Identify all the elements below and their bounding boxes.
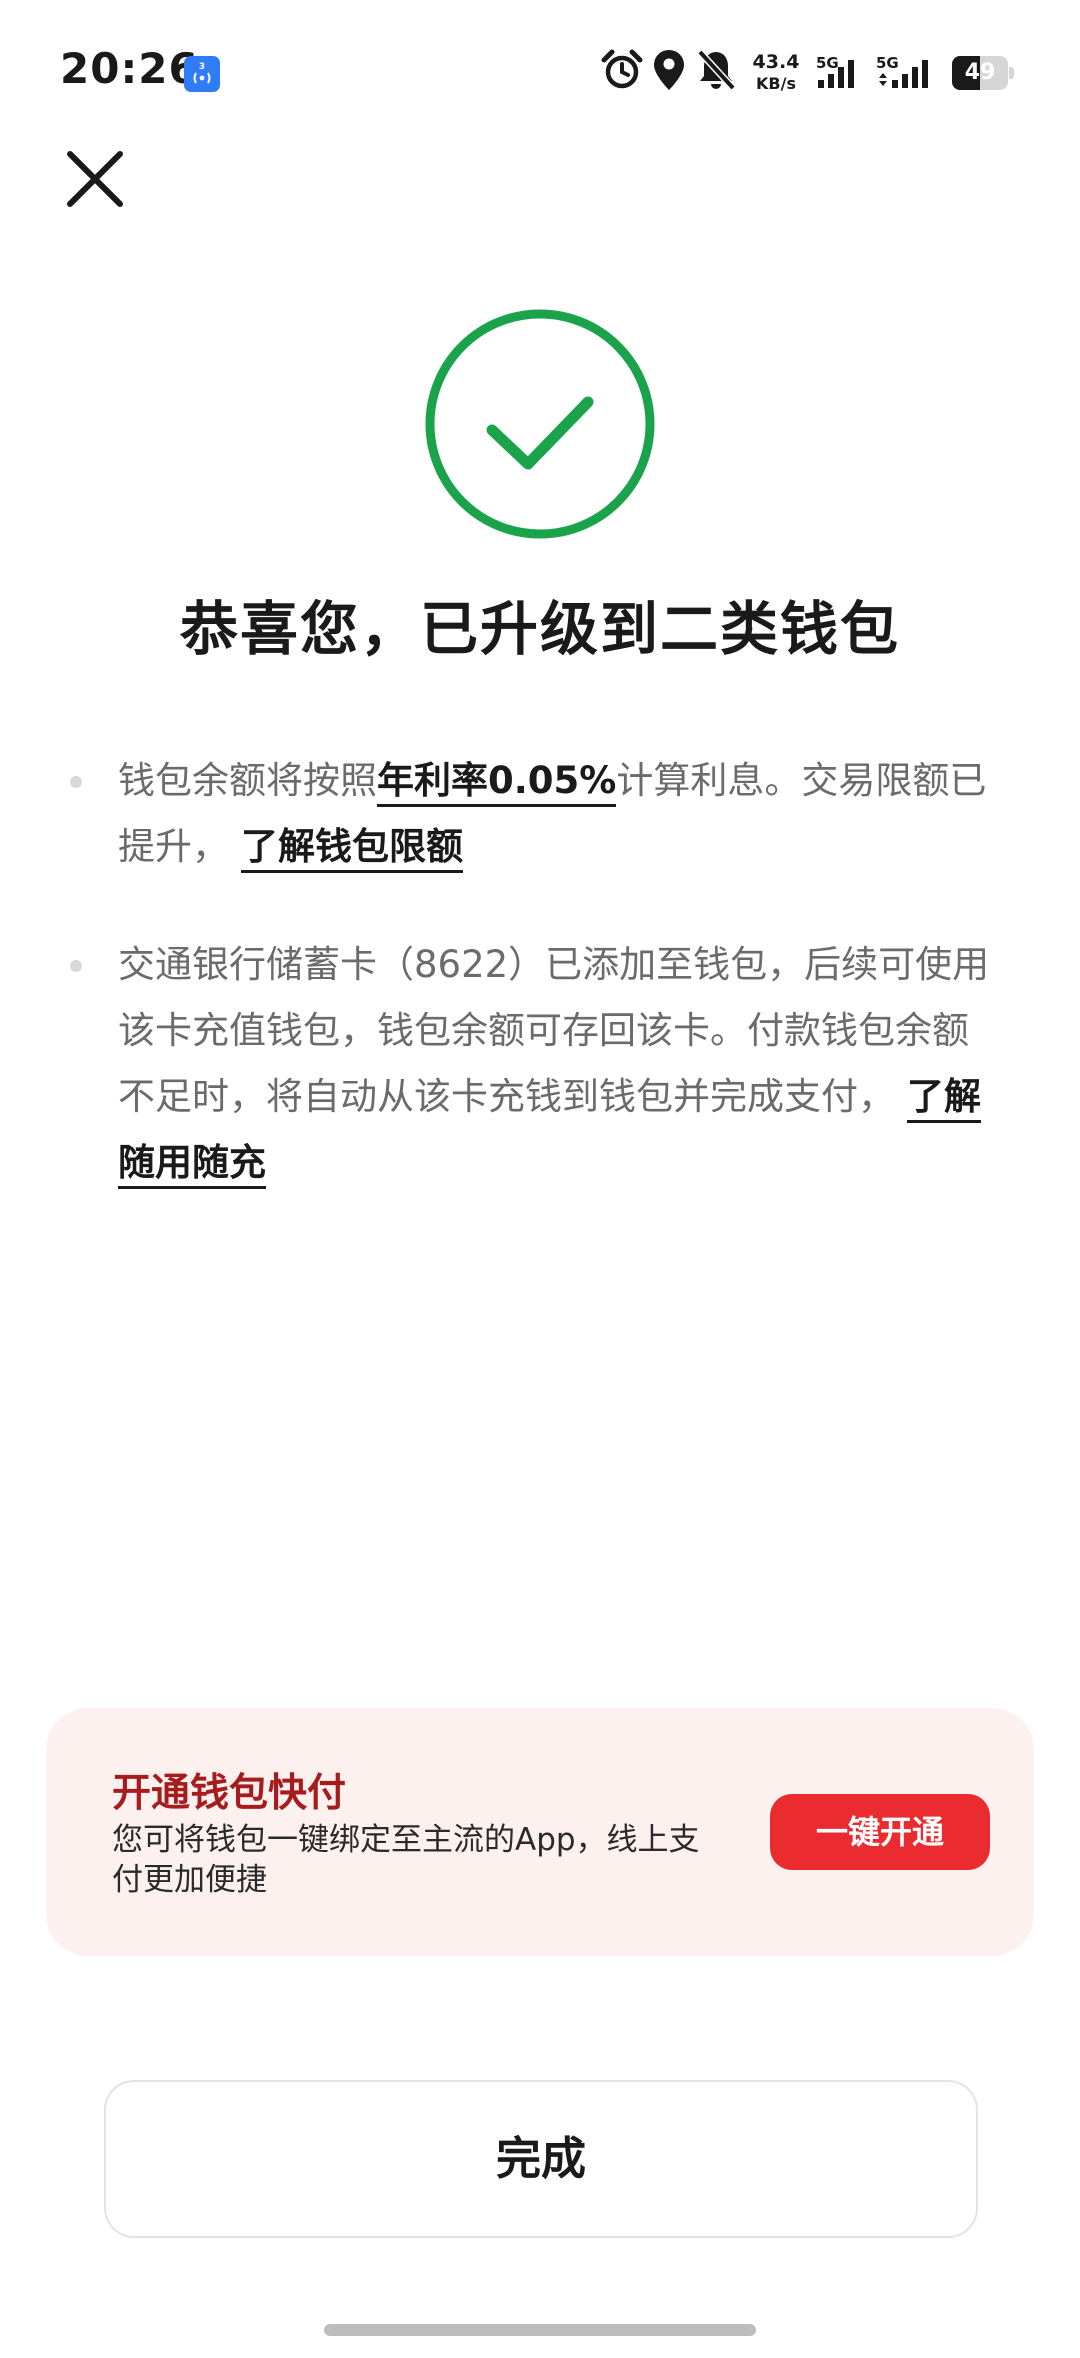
enable-quick-pay-button[interactable]: 一键开通 <box>770 1794 990 1870</box>
close-button[interactable] <box>58 142 132 216</box>
signal-icon <box>876 48 934 92</box>
status-icons: 43.4 KB/s 5G 5G 49 <box>600 48 1020 98</box>
info-item-card: 交通银行储蓄卡（8622）已添加至钱包，后续可使用该卡充值钱包，钱包余额可存回该… <box>64 932 1004 1196</box>
bullet-dot <box>70 960 82 972</box>
nfc-badge-text: 3 <box>199 62 205 72</box>
location-icon <box>652 48 686 92</box>
home-indicator[interactable] <box>324 2324 756 2336</box>
interest-rate: 年利率0.05% <box>377 759 617 807</box>
status-time: 20:26 <box>60 44 199 93</box>
battery-icon: 49 <box>952 56 1014 90</box>
quick-pay-description: 您可将钱包一键绑定至主流的App，线上支付更加便捷 <box>112 1822 700 1898</box>
page-title: 恭喜您，已升级到二类钱包 <box>179 595 900 663</box>
net-speed: 43.4 KB/s <box>746 52 806 94</box>
info-list: 钱包余额将按照年利率0.05%计算利息。交易限额已提升， 了解钱包限额 交通银行储… <box>64 748 1004 1248</box>
nfc-icon: 3 <box>184 56 220 92</box>
info-card-text: 交通银行储蓄卡（8622）已添加至钱包，后续可使用该卡充值钱包，钱包余额可存回该… <box>118 943 990 1118</box>
info-item-rate: 钱包余额将按照年利率0.05%计算利息。交易限额已提升， 了解钱包限额 <box>64 748 1004 880</box>
net-speed-unit: KB/s <box>756 74 796 93</box>
battery-level: 49 <box>964 60 996 85</box>
done-button[interactable]: 完成 <box>104 2080 978 2238</box>
info-rate-prefix: 钱包余额将按照 <box>118 759 377 802</box>
status-bar: 20:26 3 43.4 KB/s 5G 5G 49 <box>0 0 1080 150</box>
quick-pay-title: 开通钱包快付 <box>112 1771 347 1816</box>
wallet-limit-link[interactable]: 了解钱包限额 <box>241 825 463 873</box>
signal-icon <box>816 48 860 92</box>
alarm-icon <box>600 48 644 92</box>
bullet-dot <box>70 776 82 788</box>
quick-pay-card: 开通钱包快付 您可将钱包一键绑定至主流的App，线上支付更加便捷 一键开通 <box>46 1708 1034 1956</box>
close-icon <box>67 151 123 207</box>
check-circle-icon <box>424 308 656 540</box>
bell-off-icon <box>696 48 736 92</box>
net-speed-value: 43.4 <box>752 51 800 73</box>
